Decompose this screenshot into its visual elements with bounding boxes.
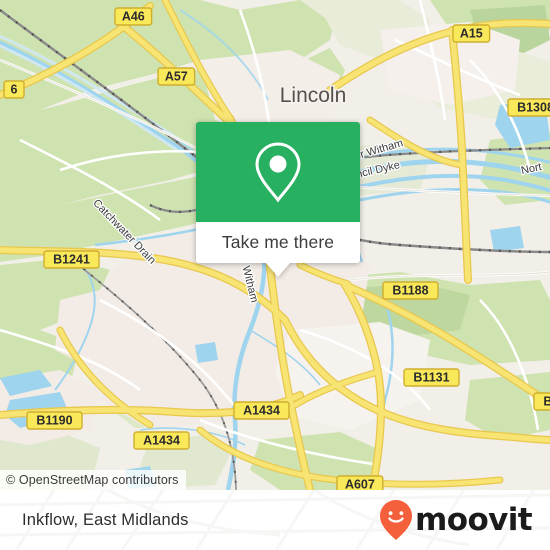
road-shield-label: B1241	[53, 253, 90, 267]
road-shield-label: A1434	[243, 404, 280, 418]
popup-header	[196, 122, 360, 222]
road-shield-label: A15	[460, 27, 483, 41]
road-shield-label: B1188	[543, 395, 550, 409]
road-shield-label: B1308	[517, 101, 550, 115]
road-shield: A57	[157, 67, 196, 86]
popup-action-row[interactable]: Take me there	[196, 222, 360, 263]
moovit-map-screen: Lincoln River Witham Sincil Dyke Catchwate…	[0, 0, 550, 550]
road-shield: 6	[3, 80, 25, 99]
road-shield-label: A46	[122, 10, 145, 24]
road-shield-label: B1131	[413, 371, 449, 385]
place-title: Inkflow, East Midlands	[22, 510, 189, 529]
take-me-there-label: Take me there	[221, 232, 335, 252]
map-pin-icon	[255, 142, 301, 203]
bottom-info-bar: Inkflow, East Midlands moovit	[0, 490, 550, 550]
moovit-pin-smile-icon	[380, 500, 413, 540]
road-shield-label: B1188	[392, 284, 428, 298]
map-city-label: Lincoln	[280, 84, 347, 107]
road-shield-label: A57	[165, 70, 188, 84]
road-shield-label: 6	[11, 83, 18, 97]
road-shield: A46	[114, 7, 153, 26]
road-shield: B1241	[43, 250, 100, 269]
road-shield-label: B1190	[36, 414, 72, 428]
moovit-wordmark: moovit	[415, 501, 533, 538]
road-shield-label: A1434	[143, 434, 180, 448]
road-shield: B1131	[403, 368, 460, 387]
road-shield: A1434	[133, 431, 190, 450]
road-shield-label: A607	[345, 478, 375, 491]
popup-pointer-tail	[266, 263, 290, 277]
road-shield: B1188	[533, 392, 550, 411]
road-shield: B1188	[382, 281, 439, 300]
location-popup-card[interactable]: Take me there	[196, 122, 360, 277]
moovit-brand: moovit	[379, 499, 533, 541]
road-shield: B1308	[507, 98, 550, 117]
road-shield: A607	[336, 475, 384, 491]
road-shield: A1434	[233, 401, 290, 420]
road-shield: A15	[452, 24, 491, 43]
road-shield: B1190	[26, 411, 83, 430]
osm-attribution[interactable]: © OpenStreetMap contributors	[0, 470, 186, 490]
